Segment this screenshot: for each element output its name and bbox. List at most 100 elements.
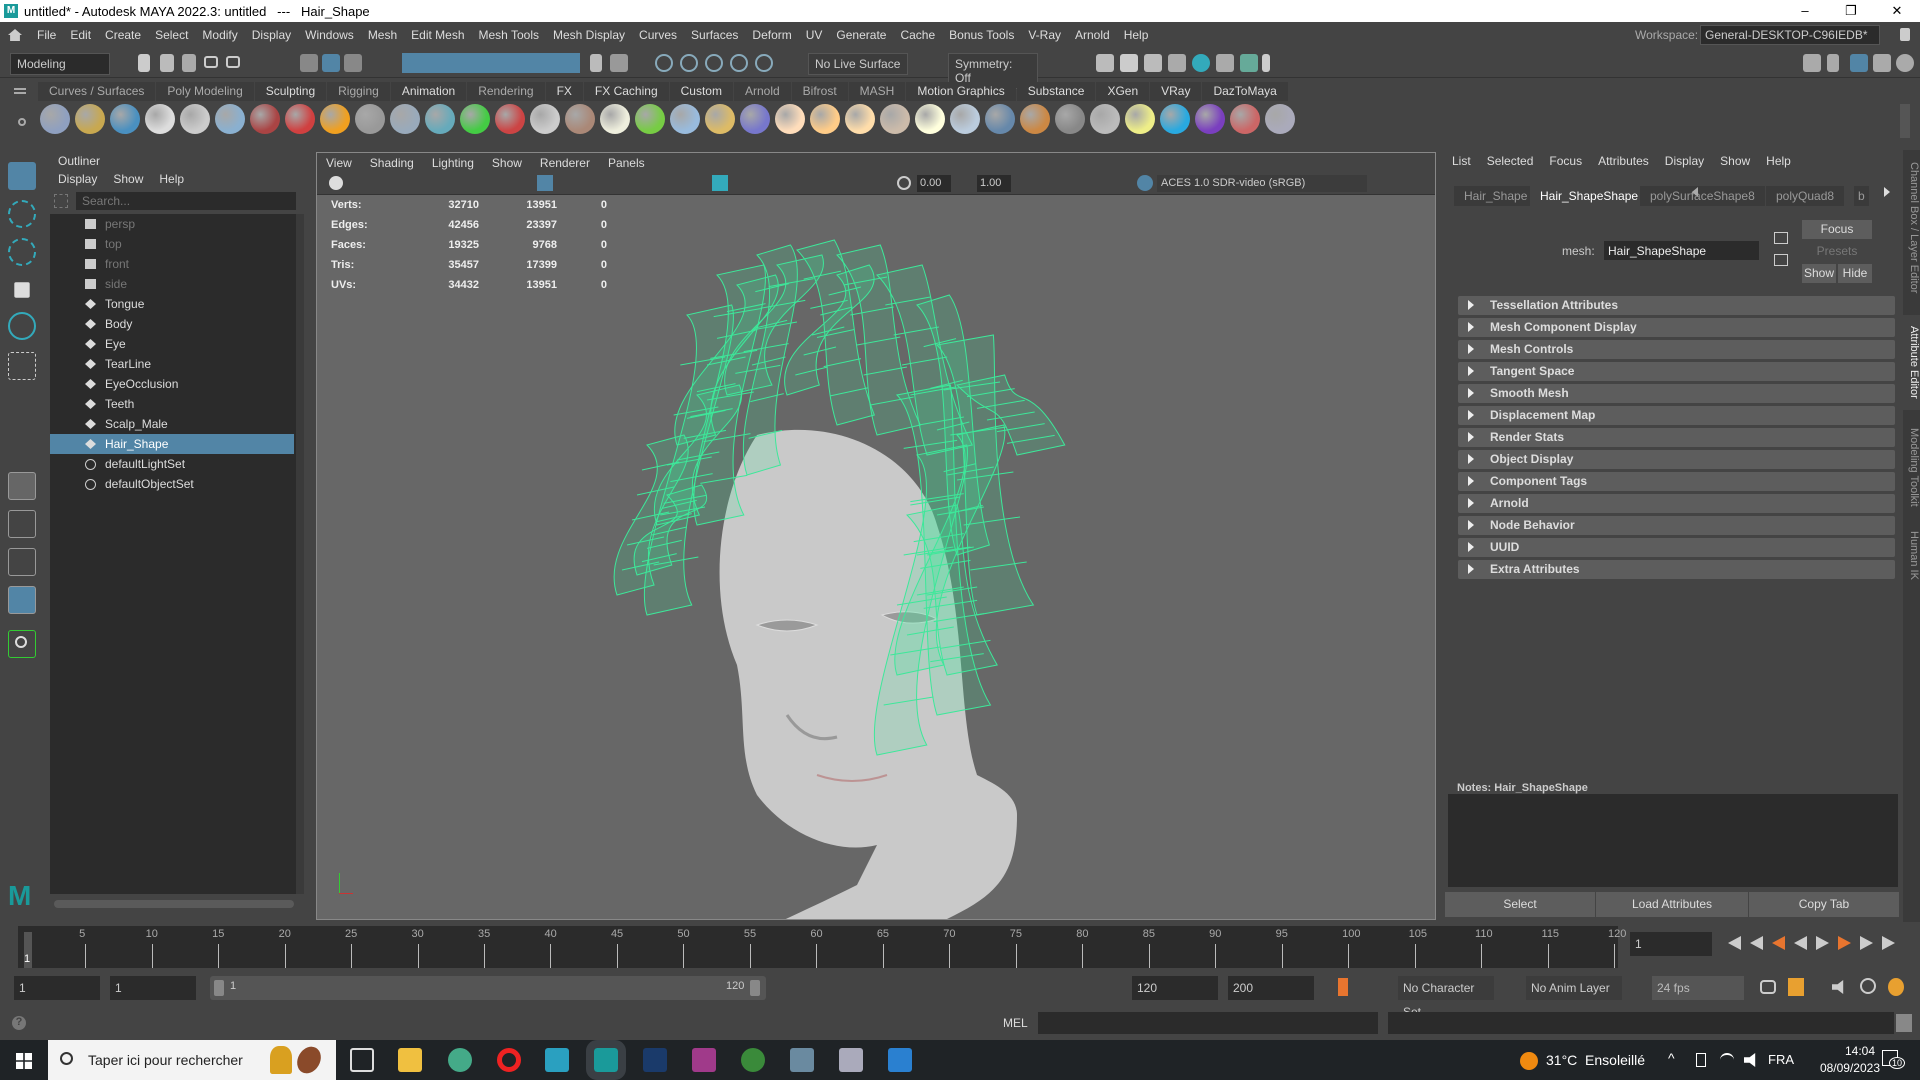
section-mesh-component-display[interactable]: Mesh Component Display	[1458, 318, 1895, 337]
menu-mesh-tools[interactable]: Mesh Tools	[472, 28, 546, 42]
vray-dome-icon[interactable]	[530, 104, 560, 134]
viewport-menu-panels[interactable]: Panels	[599, 156, 654, 170]
vray-sun-icon[interactable]	[915, 104, 945, 134]
human-ik-icon[interactable]	[1827, 54, 1839, 72]
menu-select[interactable]: Select	[148, 28, 195, 42]
undo-icon[interactable]	[204, 56, 218, 68]
vray-plane-icon[interactable]	[950, 104, 980, 134]
outliner-item[interactable]: EyeOcclusion	[50, 374, 294, 394]
language-indicator[interactable]: FRA	[1768, 1052, 1794, 1067]
meet-now-icon[interactable]	[1696, 1053, 1706, 1067]
render-settings-icon[interactable]	[1096, 54, 1114, 72]
menu-windows[interactable]: Windows	[298, 28, 361, 42]
vray-omni-light-icon[interactable]	[845, 104, 875, 134]
move-tool-icon[interactable]	[14, 282, 30, 298]
vray-material-ball-icon[interactable]	[1020, 104, 1050, 134]
time-slider[interactable]: 1 5 10 15 20 25 30 35 40 45 50 55 60 65 70 75 80 85 90 95 1…	[18, 926, 1626, 968]
tab-modeling-toolkit[interactable]: Modeling Toolkit	[1903, 420, 1920, 515]
shelf-tab-motion-graphics[interactable]: Motion Graphics	[906, 82, 1016, 101]
show-hidden-icons-icon[interactable]: ^	[1668, 1050, 1675, 1066]
section-arnold[interactable]: Arnold	[1458, 494, 1895, 513]
shelf-tab-substance[interactable]: Substance	[1016, 82, 1096, 101]
shelf-tab-rigging[interactable]: Rigging	[327, 82, 390, 101]
daz-bridge-icon[interactable]	[1160, 104, 1190, 134]
daz-morph-icon[interactable]	[1230, 104, 1260, 134]
character-controls-icon[interactable]	[1888, 978, 1904, 996]
outliner-item[interactable]: Tongue	[50, 294, 294, 314]
section-displacement-map[interactable]: Displacement Map	[1458, 406, 1895, 425]
menu-file[interactable]: File	[30, 28, 63, 42]
outliner-menu-show[interactable]: Show	[113, 172, 143, 186]
winrar-icon[interactable]	[692, 1048, 716, 1072]
outliner-horizontal-scrollbar[interactable]	[54, 900, 294, 908]
new-scene-icon[interactable]	[138, 54, 150, 72]
clock-time[interactable]: 14:04	[1830, 1044, 1890, 1058]
calculator-icon[interactable]	[790, 1048, 814, 1072]
outliner-item[interactable]: Scalp_Male	[50, 414, 294, 434]
section-component-tags[interactable]: Component Tags	[1458, 472, 1895, 491]
render-frame-icon[interactable]	[1120, 54, 1138, 72]
select-button[interactable]: Select	[1445, 892, 1595, 917]
menu-uv[interactable]: UV	[799, 28, 830, 42]
snap-toolbar[interactable]	[402, 53, 580, 73]
auto-key-icon[interactable]	[1338, 978, 1348, 996]
lock-icon[interactable]	[1900, 28, 1910, 41]
vray-settings-icon[interactable]	[40, 104, 70, 134]
snap-view-icon[interactable]	[730, 54, 748, 72]
single-view-layout-icon[interactable]	[8, 472, 36, 500]
search-icon[interactable]	[8, 630, 36, 658]
home-icon[interactable]	[8, 29, 22, 41]
shelf-tab-rendering[interactable]: Rendering	[467, 82, 545, 101]
ae-menu-show[interactable]: Show	[1720, 154, 1750, 168]
menu-edit[interactable]: Edit	[63, 28, 98, 42]
mesh-name-field[interactable]: Hair_ShapeShape	[1604, 241, 1759, 260]
shelf-tab-vray[interactable]: VRay	[1150, 82, 1202, 101]
help-icon[interactable]	[1265, 104, 1295, 134]
outliner-search-input[interactable]: Search...	[76, 192, 296, 210]
playback-end-field[interactable]: 120	[1132, 976, 1218, 1000]
viewport-panel[interactable]: View Shading Lighting Show Renderer Panels 0.…	[316, 152, 1436, 920]
shelf-scrollbar[interactable]	[1900, 104, 1910, 138]
section-tessellation-attributes[interactable]: Tessellation Attributes	[1458, 296, 1895, 315]
menu-create[interactable]: Create	[98, 28, 148, 42]
vray-scatter-icon[interactable]	[670, 104, 700, 134]
range-slider[interactable]: 1 120	[210, 976, 766, 1000]
vray-framebuffer-icon[interactable]	[110, 104, 140, 134]
menu-edit-mesh[interactable]: Edit Mesh	[404, 28, 471, 42]
section-extra-attributes[interactable]: Extra Attributes	[1458, 560, 1895, 579]
notes-textarea[interactable]	[1448, 794, 1898, 887]
maya-2020-icon[interactable]	[545, 1048, 569, 1072]
menu-mesh-display[interactable]: Mesh Display	[546, 28, 632, 42]
viewport-menu-show[interactable]: Show	[483, 156, 531, 170]
vray-fur-icon[interactable]	[495, 104, 525, 134]
step-back-key-icon[interactable]	[1750, 936, 1763, 950]
vray-plugin-icon[interactable]	[145, 104, 175, 134]
viewport-menu-lighting[interactable]: Lighting	[423, 156, 483, 170]
camera-select-icon[interactable]	[329, 176, 343, 190]
four-view-layout-icon[interactable]	[8, 510, 36, 538]
ae-menu-focus[interactable]: Focus	[1549, 154, 1582, 168]
go-to-end-icon[interactable]	[1882, 936, 1895, 950]
output-connections-icon[interactable]	[1774, 254, 1788, 266]
select-component-icon[interactable]	[344, 54, 362, 72]
section-tangent-space[interactable]: Tangent Space	[1458, 362, 1895, 381]
ipr-render-icon[interactable]	[1144, 54, 1162, 72]
shelf-tab-curves-surfaces[interactable]: Curves / Surfaces	[38, 82, 156, 101]
outliner-item[interactable]: defaultObjectSet	[50, 474, 294, 494]
filter-icon[interactable]	[54, 194, 68, 208]
section-object-display[interactable]: Object Display	[1458, 450, 1895, 469]
daz-figure-icon[interactable]	[1195, 104, 1225, 134]
vray-scene-icon[interactable]	[180, 104, 210, 134]
maya-2022-icon[interactable]	[586, 1040, 626, 1080]
vray-spot-light-icon[interactable]	[810, 104, 840, 134]
command-input[interactable]	[1038, 1012, 1378, 1034]
outliner-item[interactable]: front	[50, 254, 294, 274]
lock-selection-icon[interactable]	[590, 54, 602, 72]
ae-tab-b[interactable]: b	[1854, 186, 1869, 206]
section-smooth-mesh[interactable]: Smooth Mesh	[1458, 384, 1895, 403]
outliner-item[interactable]: Eye	[50, 334, 294, 354]
anim-layer-select[interactable]: No Anim Layer	[1526, 976, 1622, 1000]
vray-sphere-light-icon[interactable]	[600, 104, 630, 134]
vray-material-icon[interactable]	[215, 104, 245, 134]
workspace-select[interactable]: General-DESKTOP-C96IEDB*	[1700, 25, 1880, 45]
